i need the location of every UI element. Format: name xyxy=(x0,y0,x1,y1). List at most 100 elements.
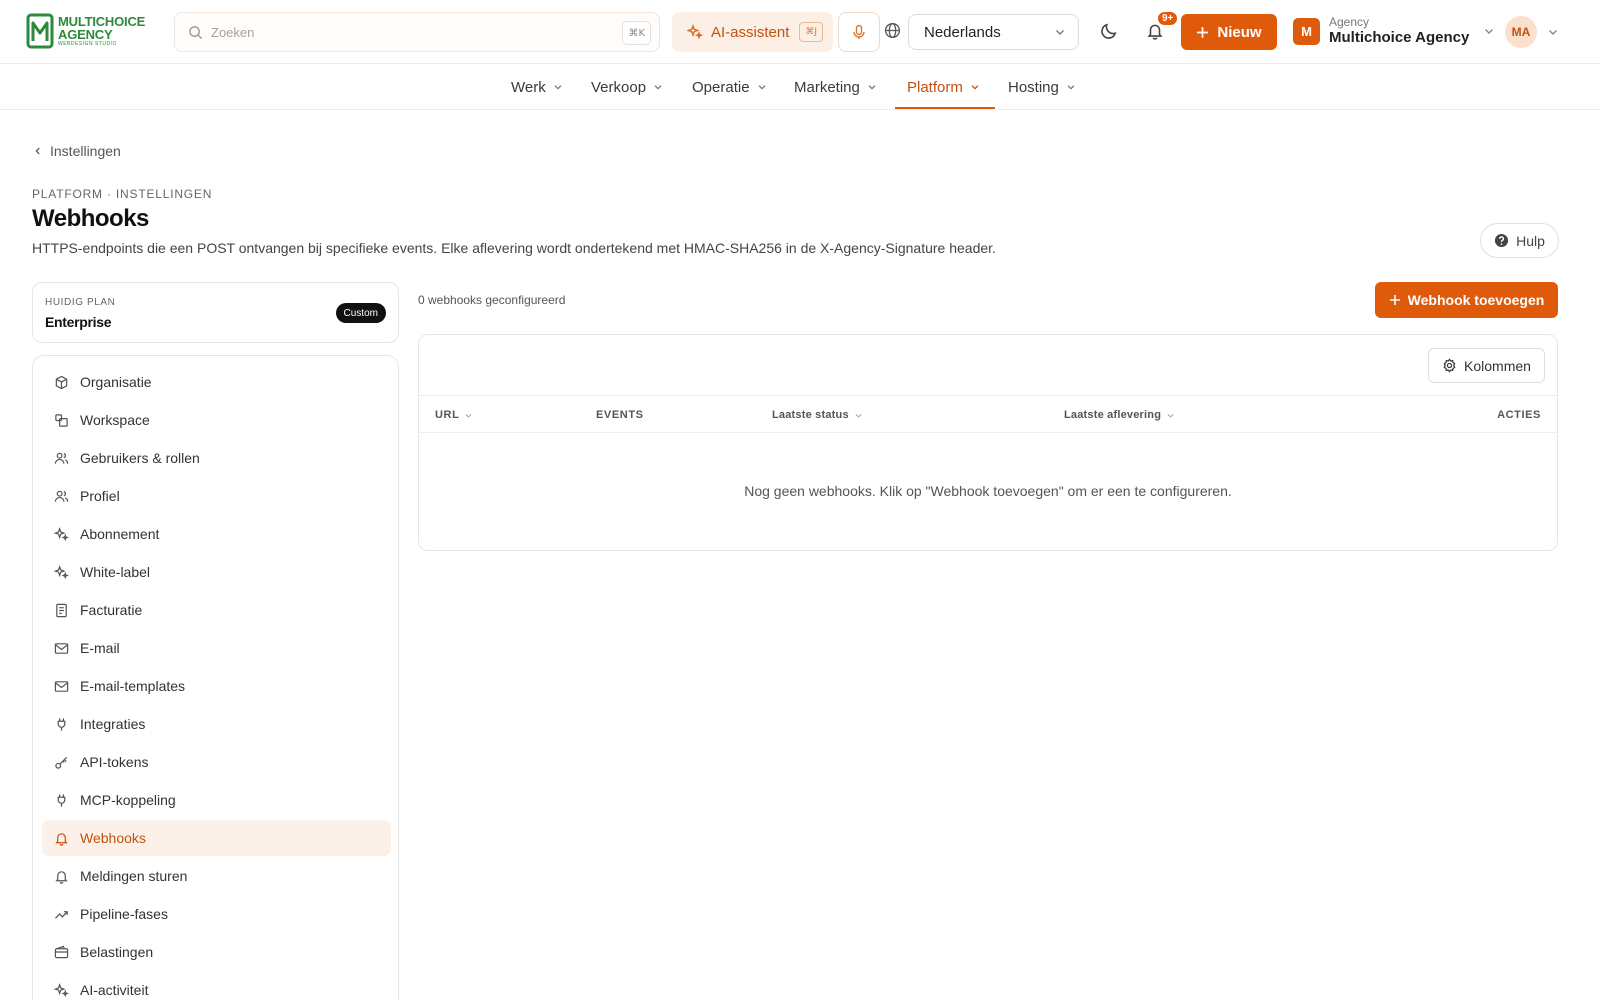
sparkle-icon xyxy=(687,24,703,40)
nav-item-verkoop[interactable]: Verkoop xyxy=(591,64,663,110)
sidebar-item-label: E-mail-templates xyxy=(80,678,186,694)
empty-state-message: Nog geen webhooks. Klik op "Webhook toev… xyxy=(744,483,1232,499)
chevron-down-icon xyxy=(1066,82,1076,92)
nav-item-operatie[interactable]: Operatie xyxy=(692,64,767,110)
agency-switcher[interactable]: M Agency Multichoice Agency xyxy=(1293,15,1495,47)
chevron-down-icon xyxy=(757,82,767,92)
plus-icon xyxy=(1196,26,1209,39)
sidebar-item-label: Integraties xyxy=(80,716,146,732)
table-header-row: URL EVENTS Laatste status Laatste afleve… xyxy=(419,395,1557,433)
sidebar-item-gebruikers[interactable]: Gebruikers & rollen xyxy=(42,440,391,476)
brand-logo[interactable]: MULTICHOICE AGENCY WEBDESIGN STUDIO xyxy=(26,11,158,51)
sidebar-item-email-templates[interactable]: E-mail-templates xyxy=(42,668,391,704)
user-menu[interactable]: MA xyxy=(1505,16,1559,48)
chevron-down-icon xyxy=(1483,25,1495,37)
sidebar-item-label: E-mail xyxy=(80,640,120,656)
ai-assistant-label: AI-assistent xyxy=(711,23,790,41)
nav-item-label: Platform xyxy=(907,78,963,96)
sidebar-item-abonnement[interactable]: Abonnement xyxy=(42,516,391,552)
sidebar-item-label: Organisatie xyxy=(80,374,152,390)
agency-type: Agency xyxy=(1329,15,1370,29)
microphone-icon xyxy=(851,24,867,40)
nav-item-marketing[interactable]: Marketing xyxy=(794,64,877,110)
sidebar-item-webhooks[interactable]: Webhooks xyxy=(42,820,391,856)
gear-icon xyxy=(1442,358,1457,373)
mail-icon xyxy=(54,679,69,694)
nav-item-platform[interactable]: Platform xyxy=(907,64,980,110)
nav-item-label: Operatie xyxy=(692,78,750,96)
logo-wordmark: MULTICHOICE AGENCY WEBDESIGN STUDIO xyxy=(58,15,145,47)
sparkle-icon xyxy=(54,564,69,580)
page-description: HTTPS-endpoints die een POST ontvangen b… xyxy=(32,240,996,256)
main-nav: Werk Verkoop Operatie Marketing Platform… xyxy=(0,64,1600,110)
sidebar-item-label: Facturatie xyxy=(80,602,143,618)
sidebar-item-api-tokens[interactable]: API-tokens xyxy=(42,744,391,780)
search-icon xyxy=(188,25,203,40)
help-button[interactable]: Hulp xyxy=(1480,223,1559,258)
column-header-events: EVENTS xyxy=(596,396,644,434)
webhook-count: 0 webhooks geconfigureerd xyxy=(418,293,566,307)
add-webhook-label: Webhook toevoegen xyxy=(1407,292,1545,308)
sidebar-item-email[interactable]: E-mail xyxy=(42,630,391,666)
voice-input-button[interactable] xyxy=(838,12,880,52)
help-icon xyxy=(1494,233,1509,248)
document-icon xyxy=(54,603,69,618)
search-input[interactable] xyxy=(211,24,611,40)
user-avatar: MA xyxy=(1505,16,1537,48)
sidebar-item-label: Gebruikers & rollen xyxy=(80,450,200,466)
sidebar-item-workspace[interactable]: Workspace xyxy=(42,402,391,438)
bell-icon xyxy=(54,869,69,884)
workspace-icon xyxy=(54,413,69,428)
wallet-icon xyxy=(54,945,69,960)
sidebar-item-label: Profiel xyxy=(80,488,120,504)
plan-label: HUIDIG PLAN xyxy=(45,297,116,308)
sidebar-item-label: Belastingen xyxy=(80,944,154,960)
column-header-last-delivery[interactable]: Laatste aflevering xyxy=(1064,396,1175,434)
sort-chevron-icon xyxy=(464,411,473,420)
sidebar-item-label: AI-activiteit xyxy=(80,982,149,998)
plug-icon xyxy=(54,717,69,732)
sidebar-item-mcp-koppeling[interactable]: MCP-koppeling xyxy=(42,782,391,818)
column-header-url[interactable]: URL xyxy=(435,396,473,434)
sidebar-item-label: Abonnement xyxy=(80,526,160,542)
sparkle-icon xyxy=(54,526,69,542)
language-select[interactable]: Nederlands xyxy=(908,14,1079,50)
sidebar-item-facturatie[interactable]: Facturatie xyxy=(42,592,391,628)
sidebar-item-organisatie[interactable]: Organisatie xyxy=(42,364,391,400)
bell-icon xyxy=(54,831,69,846)
sidebar-item-label: Pipeline-fases xyxy=(80,906,168,922)
nav-item-label: Werk xyxy=(511,78,546,96)
notification-count-badge: 9+ xyxy=(1156,10,1180,27)
back-to-settings-link[interactable]: Instellingen xyxy=(33,143,121,159)
chevron-down-icon xyxy=(1547,26,1559,38)
sidebar-item-white-label[interactable]: White-label xyxy=(42,554,391,590)
plan-badge: Custom xyxy=(335,303,386,323)
sidebar-item-meldingen[interactable]: Meldingen sturen xyxy=(42,858,391,894)
new-button[interactable]: Nieuw xyxy=(1181,14,1277,50)
sidebar-item-pipeline-fases[interactable]: Pipeline-fases xyxy=(42,896,391,932)
chevron-down-icon xyxy=(653,82,663,92)
language-value: Nederlands xyxy=(924,23,1001,41)
sidebar-item-label: White-label xyxy=(80,564,151,580)
column-header-last-status[interactable]: Laatste status xyxy=(772,396,863,434)
box-icon xyxy=(54,375,69,390)
sidebar-item-belastingen[interactable]: Belastingen xyxy=(42,934,391,970)
columns-button[interactable]: Kolommen xyxy=(1428,348,1545,383)
webhooks-table: Kolommen URL EVENTS Laatste status Laats… xyxy=(418,334,1558,551)
logo-line-3: WEBDESIGN STUDIO xyxy=(58,41,117,47)
nav-item-hosting[interactable]: Hosting xyxy=(1008,64,1076,110)
ai-assistant-button[interactable]: AI-assistent ⌘J xyxy=(672,12,833,52)
sidebar-item-ai-activiteit[interactable]: AI-activiteit xyxy=(42,972,391,1000)
sidebar-item-profiel[interactable]: Profiel xyxy=(42,478,391,514)
nav-item-werk[interactable]: Werk xyxy=(511,64,563,110)
top-bar: MULTICHOICE AGENCY WEBDESIGN STUDIO ⌘K A… xyxy=(0,0,1600,64)
dark-mode-toggle-icon[interactable] xyxy=(1100,22,1118,40)
sidebar-item-integraties[interactable]: Integraties xyxy=(42,706,391,742)
search-box[interactable]: ⌘K xyxy=(174,12,660,52)
sidebar-item-label: MCP-koppeling xyxy=(80,792,176,808)
add-webhook-button[interactable]: Webhook toevoegen xyxy=(1375,282,1558,318)
plug-icon xyxy=(54,793,69,808)
plus-icon xyxy=(1389,294,1401,306)
settings-sidebar: Organisatie Workspace Gebruikers & rolle… xyxy=(32,355,399,1000)
users-icon xyxy=(54,489,69,504)
